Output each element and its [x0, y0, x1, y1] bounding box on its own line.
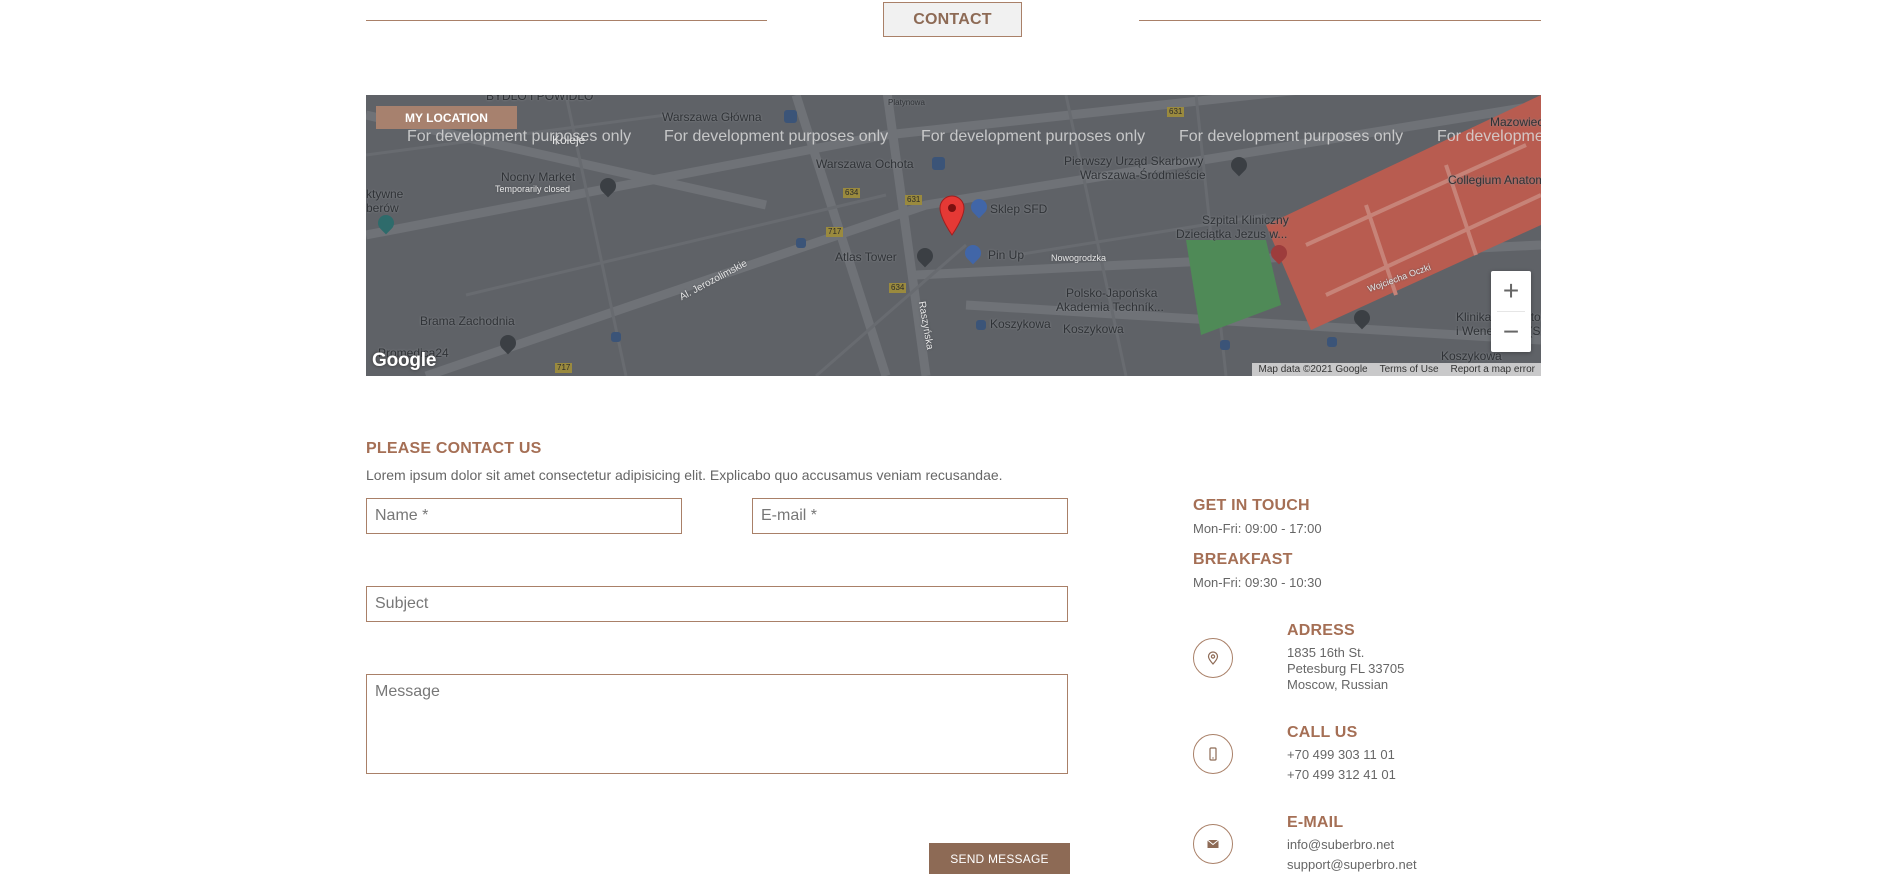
email-title: E-MAIL	[1287, 814, 1344, 831]
transit-stop-icon[interactable]	[796, 238, 806, 248]
get-in-touch-hours: Mon-Fri: 09:00 - 17:00	[1193, 521, 1322, 536]
map-attribution: Map data ©2021 Google Terms of Use Repor…	[1252, 363, 1541, 376]
place-label: Koszykowa	[990, 317, 1051, 331]
dev-watermark: For development purposes only	[1437, 128, 1541, 145]
breakfast-hours: Mon-Fri: 09:30 - 10:30	[1193, 575, 1322, 590]
place-label: Brama Zachodnia	[420, 314, 515, 328]
my-location-button[interactable]: MY LOCATION	[376, 106, 517, 129]
place-label: Platynowa	[888, 98, 925, 107]
transit-stop-icon[interactable]	[611, 332, 621, 342]
email-address[interactable]: support@superbro.net	[1287, 857, 1417, 873]
place-label: Collegium Anatomic	[1448, 173, 1541, 187]
transit-stop-icon[interactable]	[976, 320, 986, 330]
message-field[interactable]	[366, 674, 1068, 774]
zoom-controls: + −	[1491, 271, 1531, 352]
zoom-in-button[interactable]: +	[1491, 271, 1531, 311]
place-label: Mazowiecki	[1490, 115, 1541, 129]
get-in-touch-title: GET IN TOUCH	[1193, 497, 1310, 514]
send-message-button[interactable]: SEND MESSAGE	[929, 843, 1070, 874]
subject-field[interactable]	[366, 586, 1068, 622]
dev-watermark: For development purposes only	[664, 128, 889, 145]
train-station-icon[interactable]	[784, 110, 797, 123]
mobile-phone-icon	[1193, 734, 1233, 774]
place-label: Pierwszy Urząd Skarbowy	[1064, 154, 1204, 168]
section-title: CONTACT	[883, 2, 1022, 37]
address-line: 1835 16th St.	[1287, 645, 1365, 660]
divider-left	[366, 20, 767, 21]
address-title: ADRESS	[1287, 622, 1355, 639]
dev-watermark: For development purposes only	[921, 128, 1146, 145]
road-number-badge: 634	[889, 283, 907, 293]
phone-number[interactable]: +70 499 303 11 01	[1287, 747, 1395, 763]
address-line: Petesburg FL 33705	[1287, 661, 1405, 676]
location-pin-icon	[1193, 638, 1233, 678]
road-number-badge: 634	[843, 188, 861, 198]
address-line: Moscow, Russian	[1287, 677, 1389, 692]
location-pin-icon[interactable]	[938, 194, 966, 236]
google-logo[interactable]: Google	[372, 350, 436, 372]
place-label: Temporarily closed	[495, 184, 571, 194]
place-label: Dzieciątka Jezus w...	[1176, 227, 1288, 241]
envelope-icon	[1193, 824, 1233, 864]
contact-lead-text: Lorem ipsum dolor sit amet consectetur a…	[366, 467, 1003, 483]
map-data-text: Map data ©2021 Google	[1258, 364, 1368, 375]
place-label: Szpital Kliniczny	[1202, 213, 1289, 227]
place-label: Nocny Market	[501, 170, 576, 184]
road-number-badge: 631	[1167, 107, 1185, 117]
transit-stop-icon[interactable]	[1327, 337, 1337, 347]
map[interactable]: BYDLO I POWIDLO Koleje Warszawa Główna P…	[366, 95, 1541, 376]
train-station-icon[interactable]	[932, 157, 945, 170]
place-label: Warszawa Ochota	[816, 157, 914, 171]
place-label: Atlas Tower	[835, 250, 897, 264]
place-label: Warszawa Główna	[662, 110, 762, 124]
email-address[interactable]: info@suberbro.net	[1287, 837, 1394, 853]
transit-stop-icon[interactable]	[1220, 340, 1230, 350]
phone-number[interactable]: +70 499 312 41 01	[1287, 767, 1396, 783]
dev-watermark: For development purposes only	[407, 128, 632, 145]
road-number-badge: 631	[905, 195, 923, 205]
zoom-out-button[interactable]: −	[1491, 312, 1531, 352]
road-number-badge: 717	[555, 363, 573, 373]
place-label: berów	[366, 201, 399, 215]
place-label: ktywne	[366, 187, 404, 201]
name-field[interactable]	[366, 498, 682, 534]
place-label: Sklep SFD	[990, 202, 1048, 216]
place-label: Warszawa-Śródmieście	[1080, 168, 1206, 182]
terms-link[interactable]: Terms of Use	[1374, 364, 1445, 375]
place-label: BYDLO I POWIDLO	[486, 95, 594, 103]
breakfast-title: BREAKFAST	[1193, 551, 1293, 568]
call-us-title: CALL US	[1287, 724, 1358, 741]
contact-heading: PLEASE CONTACT US	[366, 440, 542, 457]
dev-watermark: For development purposes only	[1179, 128, 1404, 145]
place-label: Koszykowa	[1063, 322, 1124, 336]
road-number-badge: 717	[826, 227, 844, 237]
place-label: Polsko-Japońska	[1066, 286, 1158, 300]
place-label: Nowogrodzka	[1051, 253, 1107, 263]
place-label: Pin Up	[988, 248, 1025, 262]
divider-right	[1139, 20, 1541, 21]
place-label: Akademia Techník...	[1056, 300, 1164, 314]
report-error-link[interactable]: Report a map error	[1445, 364, 1541, 375]
email-field[interactable]	[752, 498, 1068, 534]
